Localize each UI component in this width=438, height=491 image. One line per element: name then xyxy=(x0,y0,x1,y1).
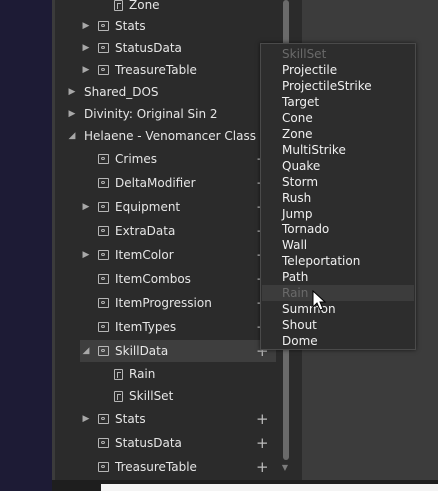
collapsed-arrow-icon[interactable]: ▶ xyxy=(80,414,92,424)
file-icon xyxy=(114,0,123,11)
tree-item-label: Stats xyxy=(115,412,146,426)
dropdown-item[interactable]: Dome xyxy=(282,333,318,349)
folder-icon xyxy=(98,274,109,284)
dropdown-item[interactable]: Rush xyxy=(282,190,311,206)
tree-item[interactable]: ▶ItemCombos xyxy=(80,268,191,290)
folder-icon xyxy=(98,346,109,356)
tree-item[interactable]: ▶StatusData xyxy=(80,432,182,454)
dropdown-item[interactable]: Path xyxy=(282,269,308,285)
dropdown-item[interactable]: Projectile xyxy=(282,62,337,78)
skill-type-dropdown[interactable]: SkillSet Projectile ProjectileStrike Target… xyxy=(260,43,416,350)
tree-item-label: StatusData xyxy=(115,436,182,450)
file-icon xyxy=(114,390,123,402)
tree-item-label: TreasureTable xyxy=(115,460,197,474)
dropdown-item[interactable]: Cone xyxy=(282,110,313,126)
tree-item[interactable]: ▶SkillSet xyxy=(96,385,173,407)
tree-item[interactable]: ▶ItemTypes xyxy=(80,316,176,338)
dropdown-item[interactable]: Storm xyxy=(282,174,318,190)
collapsed-arrow-icon[interactable]: ▶ xyxy=(80,21,92,31)
tree-item[interactable]: ▶Crimes xyxy=(80,148,157,170)
dropdown-item[interactable]: Wall xyxy=(282,237,307,253)
folder-icon xyxy=(98,462,109,472)
tree-item[interactable]: ▶DeltaModifier xyxy=(80,172,196,194)
dropdown-item[interactable]: MultiStrike xyxy=(282,142,346,158)
dropdown-item[interactable]: Jump xyxy=(282,206,312,222)
expanded-arrow-icon[interactable]: ◢ xyxy=(66,131,78,141)
background-window xyxy=(0,0,52,491)
dropdown-item[interactable]: Quake xyxy=(282,158,320,174)
folder-icon xyxy=(98,202,109,212)
tree-item-label: SkillData xyxy=(115,344,169,358)
tree-item[interactable]: ▶ ItemColor xyxy=(80,244,174,266)
tree-item-label: Divinity: Original Sin 2 xyxy=(84,107,218,121)
tree-item-label: ExtraData xyxy=(115,224,176,238)
add-entry-button[interactable]: + xyxy=(256,432,269,454)
tree-item[interactable]: ◢ Helaene - Venomancer Class (DE) xyxy=(66,125,286,147)
tree-item[interactable]: ▶TreasureTable xyxy=(80,456,197,478)
mouse-cursor-icon xyxy=(312,290,327,311)
tree-item[interactable]: ▶Zone xyxy=(96,0,160,16)
tree-item-label: Zone xyxy=(129,0,160,12)
collapsed-arrow-icon[interactable]: ▶ xyxy=(66,109,78,119)
tree-item-label: SkillSet xyxy=(129,389,174,403)
tree-item[interactable]: ▶ Stats xyxy=(80,15,146,37)
folder-icon xyxy=(98,298,109,308)
dropdown-item: SkillSet xyxy=(282,47,327,61)
tree-item-label: ItemCombos xyxy=(115,272,191,286)
folder-icon xyxy=(98,154,109,164)
tree-item-label: Helaene - Venomancer Class (DE) xyxy=(84,129,286,143)
folder-icon xyxy=(98,414,109,424)
folder-icon xyxy=(98,226,109,236)
collapsed-arrow-icon[interactable]: ▶ xyxy=(80,65,92,75)
collapsed-arrow-icon[interactable]: ▶ xyxy=(80,250,92,260)
folder-icon xyxy=(98,438,109,448)
file-icon xyxy=(114,368,123,380)
tree-item-label: Stats xyxy=(115,19,146,33)
tree-item-label: TreasureTable xyxy=(115,63,197,77)
tree-item-label: StatusData xyxy=(115,41,182,55)
add-entry-button[interactable]: + xyxy=(256,456,269,478)
collapsed-arrow-icon[interactable]: ▶ xyxy=(80,43,92,53)
tree-item-label: Crimes xyxy=(115,152,157,166)
tree-item[interactable]: ▶ExtraData xyxy=(80,220,175,242)
tree-item-label: Equipment xyxy=(115,200,181,214)
dropdown-item[interactable]: Teleportation xyxy=(282,253,360,269)
tree-item[interactable]: ◢ SkillData xyxy=(80,340,276,362)
folder-icon xyxy=(98,322,109,332)
tree-item[interactable]: ▶ Stats xyxy=(80,408,146,430)
dropdown-item[interactable]: Shout xyxy=(282,317,317,333)
tree-item-label: Rain xyxy=(129,367,156,381)
folder-icon xyxy=(98,250,109,260)
add-entry-button[interactable]: + xyxy=(256,408,269,430)
dropdown-item[interactable]: Zone xyxy=(282,126,313,142)
tree-item[interactable]: ▶Rain xyxy=(96,363,155,385)
tree-item-label: Shared_DOS xyxy=(84,85,159,99)
tree-item[interactable]: ▶ Shared_DOS xyxy=(66,81,159,103)
tree-item-label: DeltaModifier xyxy=(115,176,196,190)
tree-item-label: ItemColor xyxy=(115,248,174,262)
collapsed-arrow-icon[interactable]: ▶ xyxy=(80,202,92,212)
folder-icon xyxy=(98,21,109,31)
tree-item[interactable]: ▶ Equipment xyxy=(80,196,181,218)
tree-item[interactable]: ▶ StatusData xyxy=(80,37,182,59)
dropdown-item: Rain xyxy=(282,286,309,301)
dropdown-item[interactable]: Tornado xyxy=(282,221,329,237)
dropdown-item[interactable]: ProjectileStrike xyxy=(282,78,372,94)
tree-item-label: ItemTypes xyxy=(115,320,177,334)
folder-icon xyxy=(98,65,109,75)
folder-icon xyxy=(98,43,109,53)
tree-item[interactable]: ▶ TreasureTable xyxy=(80,59,197,81)
bottom-window xyxy=(101,484,438,491)
folder-icon xyxy=(98,178,109,188)
expanded-arrow-icon[interactable]: ◢ xyxy=(80,346,92,356)
tree-item-label: ItemProgression xyxy=(115,296,212,310)
tree-item[interactable]: ▶ItemProgression xyxy=(80,292,212,314)
dropdown-item[interactable]: Target xyxy=(282,94,319,110)
collapsed-arrow-icon[interactable]: ▶ xyxy=(66,87,78,97)
tree-item[interactable]: ▶ Divinity: Original Sin 2 xyxy=(66,103,218,125)
scroll-down-arrow-icon[interactable]: ▼ xyxy=(280,463,290,473)
